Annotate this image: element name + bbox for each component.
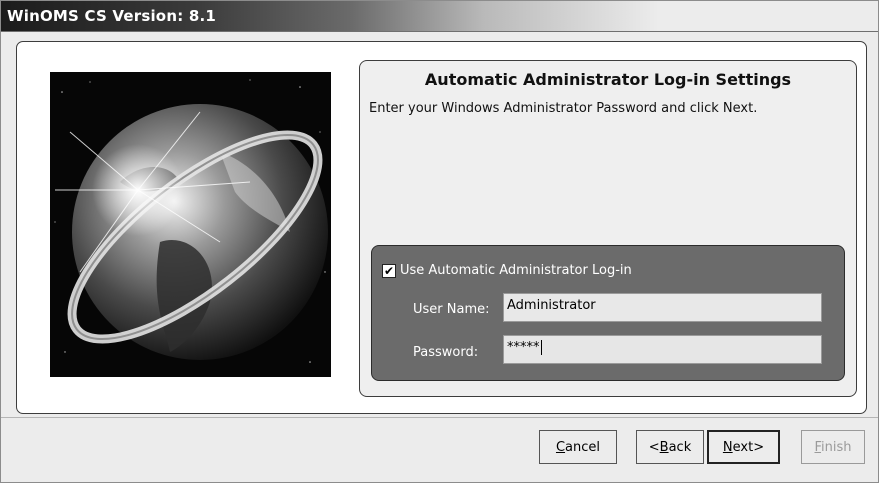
password-label: Password: [413,345,479,360]
globe-image [50,72,331,377]
title-bar: WinOMS CS Version: 8.1 [1,1,878,32]
main-panel: Automatic Administrator Log-in Settings … [16,41,867,414]
next-button-label: Next> [722,439,765,455]
credentials-group: ✔ Use Automatic Administrator Log-in Use… [371,245,845,381]
auto-login-checkbox-row[interactable]: ✔ Use Automatic Administrator Log-in [382,263,632,278]
password-field[interactable]: ***** [503,335,822,364]
finish-button-label: Finish [814,439,852,455]
password-value: ***** [507,340,540,355]
next-button[interactable]: Next> [707,430,780,464]
back-button[interactable]: <Back [636,430,704,464]
window-title: WinOMS CS Version: 8.1 [7,7,216,25]
globe-illustration [50,72,331,377]
back-button-label: <Back [648,439,692,455]
finish-button[interactable]: Finish [801,430,865,464]
username-label: User Name: [413,302,490,317]
username-value: Administrator [507,298,596,313]
installer-window: WinOMS CS Version: 8.1 Automatic Adminis… [0,0,879,483]
login-settings-panel: Automatic Administrator Log-in Settings … [359,60,857,397]
auto-login-label[interactable]: Use Automatic Administrator Log-in [400,263,632,278]
cancel-button[interactable]: Cancel [539,430,617,464]
instruction-text: Enter your Windows Administrator Passwor… [369,101,758,116]
username-field[interactable]: Administrator [503,293,822,322]
cancel-button-label: Cancel [555,439,601,455]
text-caret [540,340,542,355]
footer-separator [1,417,878,418]
auto-login-checkbox[interactable]: ✔ [382,263,396,278]
settings-heading: Automatic Administrator Log-in Settings [424,70,792,89]
